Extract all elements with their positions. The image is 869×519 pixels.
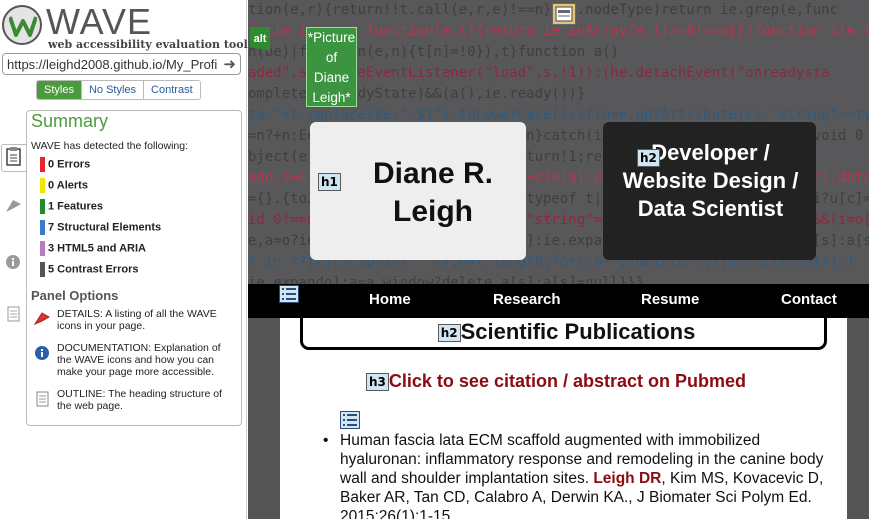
wave-logo: WAVE web accessibility evaluation tool — [2, 1, 248, 51]
wave-sidebar: WAVE web accessibility evaluation tool h… — [0, 0, 248, 519]
stat-features[interactable]: 1 Features — [40, 199, 103, 215]
stat-features-bar — [40, 199, 45, 214]
option-outline-text: OUTLINE: The heading structure of the we… — [57, 388, 222, 412]
info-icon — [33, 344, 51, 362]
frame-icon[interactable] — [552, 3, 576, 25]
summary-clipboard-icon[interactable] — [1, 144, 28, 172]
publications-title-text: Scientific Publications — [460, 319, 696, 344]
arrow-right-icon[interactable]: ➜ — [223, 55, 236, 73]
name-card: h1 Diane R. Leigh — [310, 122, 526, 260]
flag-icon — [33, 310, 51, 328]
main-nav: Home Research Resume Contact — [248, 284, 869, 318]
stat-aria-bar — [40, 241, 45, 256]
h3-tag[interactable]: h3 — [366, 373, 389, 392]
publications-header: h2 Scientific Publications — [300, 318, 827, 350]
option-documentation-text: DOCUMENTATION: Explanation of the WAVE i… — [57, 342, 221, 378]
stat-alerts[interactable]: 0 Alerts — [40, 178, 88, 194]
url-text[interactable]: https://leighd2008.github.io/My_Profi — [7, 57, 221, 72]
documentation-info-icon[interactable] — [3, 252, 25, 274]
publication-author-highlight: Leigh DR — [593, 470, 662, 487]
document-icon — [33, 390, 51, 408]
stat-structural[interactable]: 7 Structural Elements — [40, 220, 161, 236]
tab-contrast[interactable]: Contrast — [144, 81, 200, 99]
bullet: • — [323, 432, 329, 449]
pubmed-heading[interactable]: h3 Click to see citation / abstract on Pu… — [366, 371, 746, 392]
details-flag-icon[interactable] — [3, 196, 25, 218]
stat-contrast[interactable]: 5 Contrast Errors — [40, 262, 138, 278]
option-details-text: DETAILS: A listing of all the WAVE icons… — [57, 308, 217, 332]
summary-panel: Summary WAVE has detected the following:… — [26, 110, 242, 426]
wave-logo-word: WAVE — [46, 1, 153, 42]
stat-contrast-label: 5 Contrast Errors — [48, 263, 139, 276]
view-mode-tabs: Styles No Styles Contrast — [36, 80, 201, 100]
role-card: h2 Developer / Website Design / Data Sci… — [603, 122, 816, 260]
tab-no-styles[interactable]: No Styles — [81, 81, 145, 99]
stat-alerts-label: 0 Alerts — [48, 179, 88, 192]
content-area: h2 Scientific Publications h3 Click to see… — [280, 318, 847, 519]
wave-tagline: web accessibility evaluation tool — [48, 38, 248, 51]
evaluated-page: tion(e,r){return!!t.call(e,r,e)!==n}):r.… — [248, 0, 869, 519]
nav-list-icon[interactable] — [279, 285, 299, 303]
wave-logo-icon — [2, 5, 42, 45]
stat-errors[interactable]: 0 Errors — [40, 157, 90, 173]
summary-intro: WAVE has detected the following: — [31, 140, 189, 152]
nav-home[interactable]: Home — [369, 291, 411, 308]
list-icon[interactable] — [340, 411, 360, 429]
stat-alerts-bar — [40, 178, 45, 193]
stat-contrast-bar — [40, 262, 45, 277]
stat-aria-label: 3 HTML5 and ARIA — [48, 242, 146, 255]
url-input[interactable]: https://leighd2008.github.io/My_Profi ➜ — [2, 53, 241, 75]
nav-resume[interactable]: Resume — [641, 291, 699, 308]
h2-tag[interactable]: h2 — [437, 324, 461, 343]
code-line: ie.expando]:a=a.window?delete a[s]:a[s]=… — [248, 275, 645, 284]
stat-features-label: 1 Features — [48, 200, 104, 213]
nav-contact[interactable]: Contact — [781, 291, 837, 308]
publication-list-item[interactable]: • Human fascia lata ECM scaffold augment… — [323, 431, 840, 519]
page-title: h1 Diane R. Leigh — [318, 155, 528, 231]
summary-title: Summary — [31, 111, 109, 131]
page-title-text: Diane R. Leigh — [372, 157, 494, 228]
stat-errors-bar — [40, 157, 45, 172]
tab-styles[interactable]: Styles — [37, 81, 82, 99]
role-heading: h2 Developer / Website Design / Data Sci… — [613, 139, 808, 223]
h2-tag[interactable]: h2 — [637, 149, 660, 167]
stat-structural-bar — [40, 220, 45, 235]
stat-structural-label: 7 Structural Elements — [48, 221, 162, 234]
stat-errors-label: 0 Errors — [48, 158, 91, 171]
outline-document-icon[interactable] — [3, 304, 25, 326]
h1-tag[interactable]: h1 — [318, 173, 341, 191]
profile-picture-alt: *Picture of Diane Leigh* — [306, 27, 357, 107]
publications-title: h2 Scientific Publications — [303, 319, 830, 345]
nav-research[interactable]: Research — [493, 291, 561, 308]
panel-options-title: Panel Options — [31, 288, 119, 303]
stat-aria[interactable]: 3 HTML5 and ARIA — [40, 241, 146, 257]
pubmed-link[interactable]: Click to see citation / abstract on Pubm… — [389, 371, 746, 391]
